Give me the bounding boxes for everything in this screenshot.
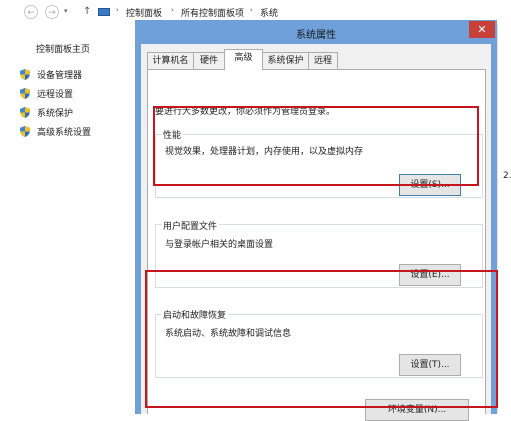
tab-computer-name[interactable]: 计算机名 xyxy=(147,52,194,69)
recent-dropdown-icon[interactable]: ▾ xyxy=(64,7,68,15)
right-pane-edge xyxy=(497,24,511,414)
control-panel-home-link[interactable]: 控制面板主页 xyxy=(36,42,90,55)
close-button[interactable]: ✕ xyxy=(469,21,495,38)
breadcrumb-separator: › xyxy=(250,6,253,14)
sidebar-item-system-protection[interactable]: 系统保护 xyxy=(20,106,73,119)
breadcrumb-all-items[interactable]: 所有控制面板项 xyxy=(181,6,244,19)
right-pane-text-fragment: 2. xyxy=(503,171,511,181)
tab-system-protection[interactable]: 系统保护 xyxy=(262,52,309,69)
sidebar-item-advanced-settings[interactable]: 高级系统设置 xyxy=(20,125,91,138)
tab-hardware[interactable]: 硬件 xyxy=(193,52,225,69)
shield-icon xyxy=(20,88,30,99)
startup-recovery-highlight-box xyxy=(145,270,498,408)
breadcrumb-control-panel[interactable]: 控制面板 xyxy=(126,6,162,19)
shield-icon xyxy=(20,107,30,118)
shield-icon xyxy=(20,69,30,80)
shield-icon xyxy=(20,126,30,137)
up-button[interactable]: ↑ xyxy=(83,6,91,17)
forward-button[interactable]: → xyxy=(45,5,59,19)
sidebar-item-remote-settings[interactable]: 远程设置 xyxy=(20,87,73,100)
sidebar-item-label: 设备管理器 xyxy=(37,71,83,81)
tab-advanced[interactable]: 高级 xyxy=(224,49,263,70)
computer-icon xyxy=(98,8,110,16)
left-pane xyxy=(0,24,135,414)
user-profiles-group-title: 用户配置文件 xyxy=(161,219,220,232)
dialog-title: 系统属性 xyxy=(296,30,336,41)
sidebar-item-device-manager[interactable]: 设备管理器 xyxy=(20,68,82,81)
sidebar-item-label: 远程设置 xyxy=(37,90,74,100)
user-profiles-description: 与登录帐户相关的桌面设置 xyxy=(165,240,274,250)
tab-remote[interactable]: 远程 xyxy=(308,52,338,69)
sidebar-item-label: 系统保护 xyxy=(37,109,74,119)
breadcrumb-separator: › xyxy=(171,6,174,14)
sidebar-item-label: 高级系统设置 xyxy=(37,128,92,138)
performance-highlight-box xyxy=(153,106,479,186)
breadcrumb-separator: › xyxy=(116,6,119,14)
breadcrumb-system[interactable]: 系统 xyxy=(260,6,278,19)
back-button[interactable]: ← xyxy=(24,5,38,19)
